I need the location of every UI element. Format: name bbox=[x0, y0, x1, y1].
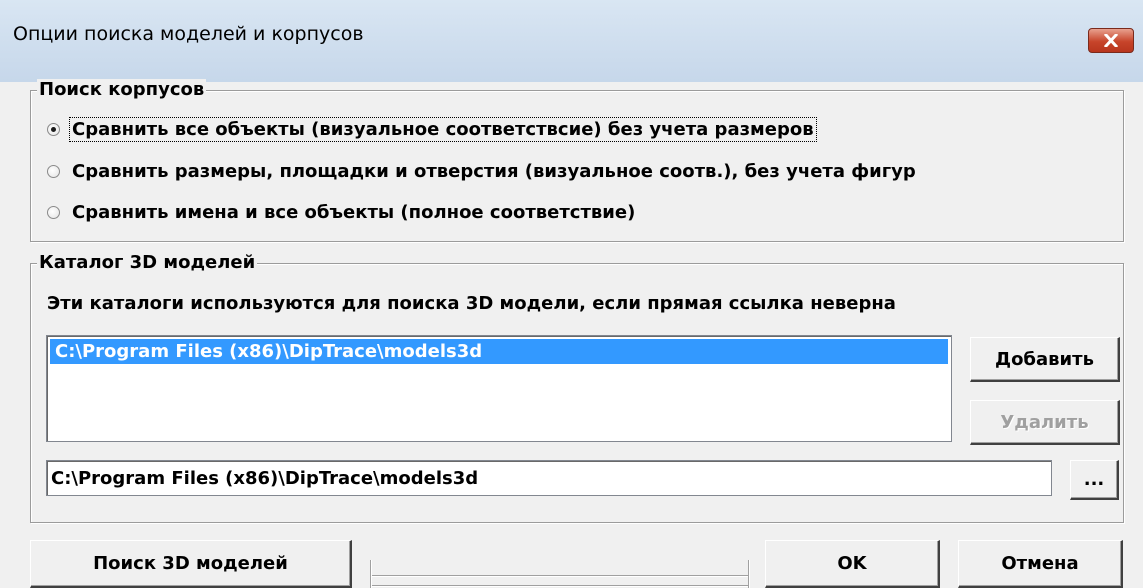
option-compare-all-radio[interactable] bbox=[47, 122, 60, 136]
close-button[interactable] bbox=[1088, 28, 1134, 53]
option-compare-names[interactable]: Сравнить имена и все объекты (полное соо… bbox=[47, 198, 637, 226]
search-progress-bar bbox=[370, 560, 750, 588]
package-search-title: Поиск корпусов bbox=[37, 79, 207, 100]
close-icon bbox=[1104, 34, 1118, 47]
option-compare-sizes-radio[interactable] bbox=[47, 164, 60, 178]
cancel-button[interactable]: Отмена bbox=[958, 540, 1123, 588]
search-3d-models-button[interactable]: Поиск 3D моделей bbox=[30, 540, 352, 588]
catalog-description: Эти каталоги используются для поиска 3D … bbox=[47, 293, 896, 314]
ok-button[interactable]: OK bbox=[765, 540, 940, 588]
catalog-list[interactable]: C:\Program Files (x86)\DipTrace\models3d bbox=[46, 335, 952, 442]
option-compare-names-radio[interactable] bbox=[47, 205, 60, 219]
models-catalog-title: Каталог 3D моделей bbox=[37, 252, 258, 273]
list-item[interactable]: C:\Program Files (x86)\DipTrace\models3d bbox=[50, 339, 948, 364]
option-compare-sizes[interactable]: Сравнить размеры, площадки и отверстия (… bbox=[47, 157, 918, 185]
browse-button[interactable]: ... bbox=[1070, 460, 1119, 500]
option-compare-names-label[interactable]: Сравнить имена и все объекты (полное соо… bbox=[70, 201, 637, 224]
dialog-title: Опции поиска моделей и корпусов bbox=[13, 23, 364, 45]
dialog-titlebar: Опции поиска моделей и корпусов bbox=[0, 0, 1143, 83]
path-input[interactable] bbox=[46, 460, 1052, 496]
option-compare-all[interactable]: Сравнить все объекты (визуальное соответ… bbox=[47, 115, 817, 143]
add-button[interactable]: Добавить bbox=[970, 337, 1120, 382]
option-compare-all-label[interactable]: Сравнить все объекты (визуальное соответ… bbox=[69, 116, 817, 142]
option-compare-sizes-label[interactable]: Сравнить размеры, площадки и отверстия (… bbox=[70, 160, 918, 183]
dialog-body: Поиск корпусов Сравнить все объекты (виз… bbox=[0, 79, 1143, 588]
remove-button[interactable]: Удалить bbox=[970, 400, 1120, 445]
